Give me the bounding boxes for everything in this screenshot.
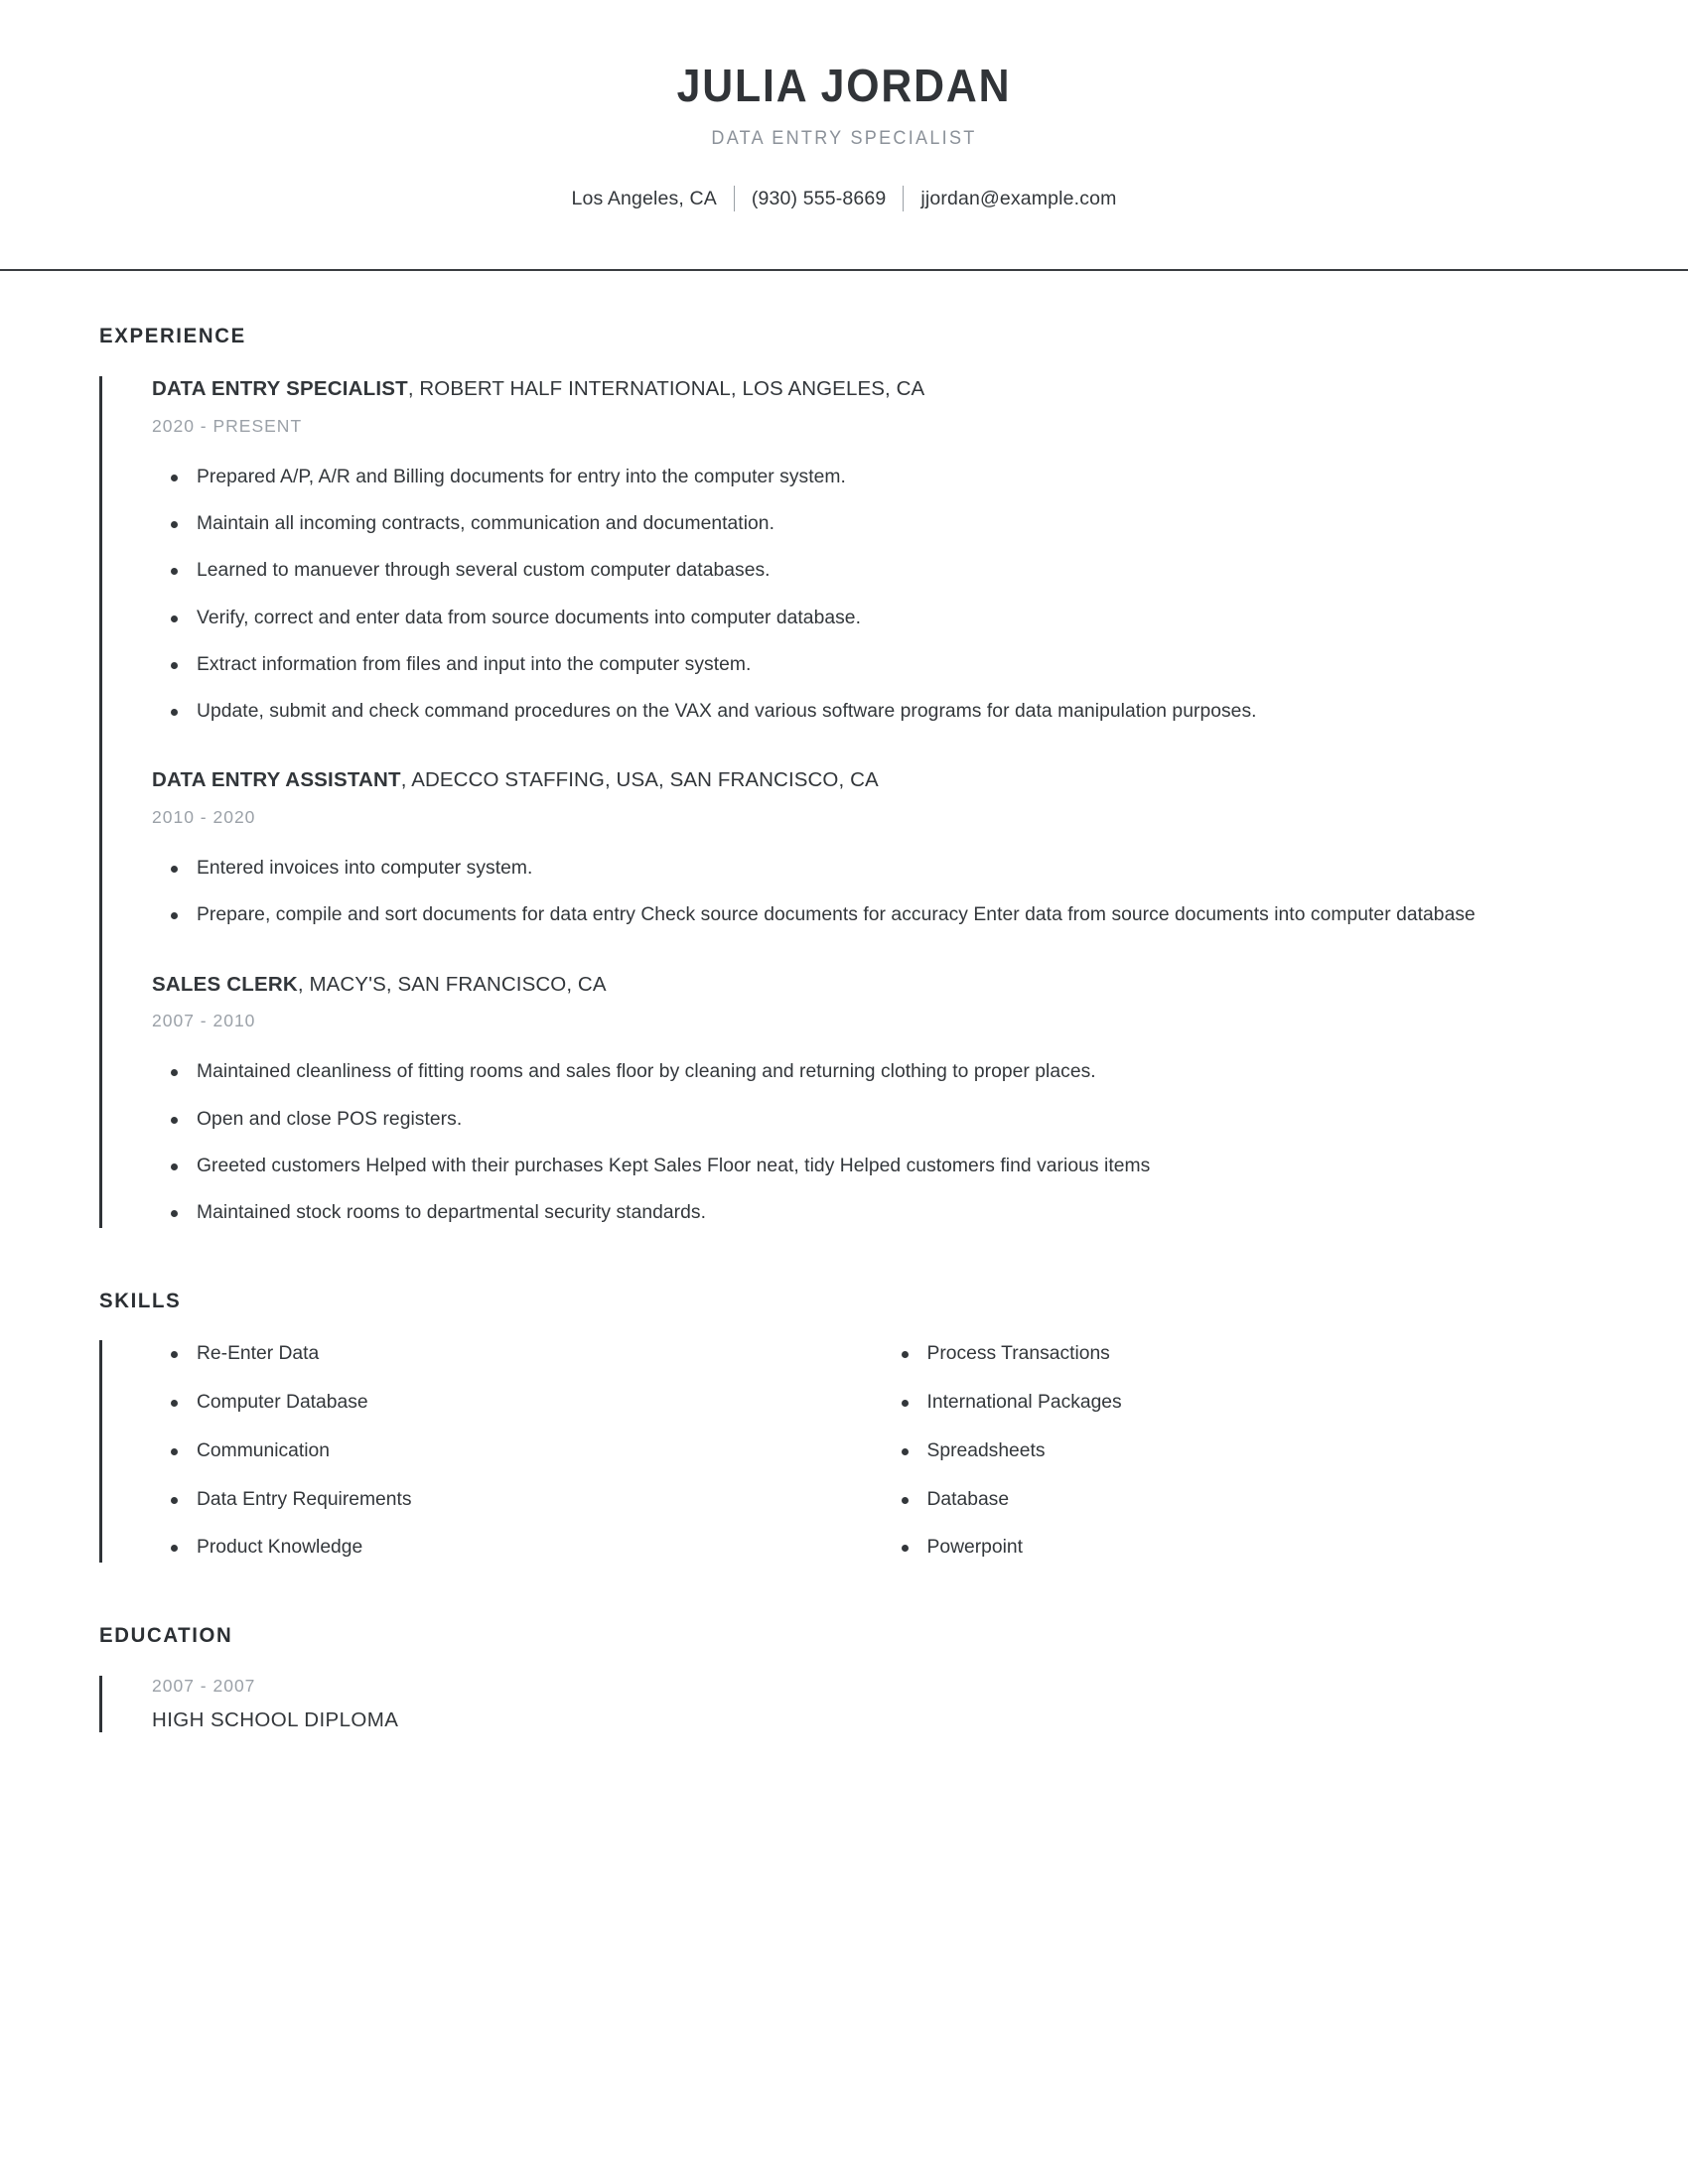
skills-list-right: Process Transactions International Packa…	[883, 1340, 1590, 1564]
bullet-item: Prepared A/P, A/R and Billing documents …	[152, 463, 1589, 491]
experience-item-dates: 2020 - PRESENT	[152, 415, 303, 436]
experience-item-heading: SALES CLERK, MACY'S, SAN FRANCISCO, CA	[152, 972, 1589, 998]
resume-page: JULIA JORDAN DATA ENTRY SPECIALIST Los A…	[0, 0, 1688, 2184]
experience-item-company: , ROBERT HALF INTERNATIONAL, LOS ANGELES…	[407, 376, 925, 400]
skill-item: Spreadsheets	[883, 1437, 1590, 1466]
bullet-item: Open and close POS registers.	[152, 1105, 1589, 1134]
experience-item-role: DATA ENTRY SPECIALIST	[152, 376, 408, 400]
contact-phone[interactable]: (930) 555-8669	[735, 188, 903, 210]
bullet-item: Verify, correct and enter data from sour…	[152, 604, 1589, 632]
resume-header: JULIA JORDAN DATA ENTRY SPECIALIST Los A…	[0, 0, 1688, 212]
education-section: EDUCATION 2007 - 2007 HIGH SCHOOL DIPLOM…	[99, 1624, 1589, 1733]
resume-body: EXPERIENCE DATA ENTRY SPECIALIST, ROBERT…	[0, 325, 1688, 1733]
education-item-dates: 2007 - 2007	[152, 1676, 256, 1697]
bullet-item: Greeted customers Helped with their purc…	[152, 1152, 1589, 1180]
experience-item-dates: 2007 - 2010	[152, 1011, 256, 1031]
skill-item: Data Entry Requirements	[152, 1486, 871, 1515]
skills-section: SKILLS Re-Enter Data Computer Database C…	[99, 1290, 1589, 1564]
skill-item: Database	[883, 1486, 1590, 1515]
skills-column-left: Re-Enter Data Computer Database Communic…	[152, 1340, 871, 1564]
header-divider	[0, 269, 1688, 271]
experience-item-role: SALES CLERK	[152, 972, 298, 996]
experience-item: DATA ENTRY SPECIALIST, ROBERT HALF INTER…	[152, 376, 1589, 727]
skill-item: Computer Database	[152, 1389, 871, 1418]
experience-item: SALES CLERK, MACY'S, SAN FRANCISCO, CA 2…	[152, 972, 1589, 1228]
experience-entries: DATA ENTRY SPECIALIST, ROBERT HALF INTER…	[99, 375, 1589, 1228]
experience-item-heading: DATA ENTRY SPECIALIST, ROBERT HALF INTER…	[152, 376, 1589, 402]
experience-item-bullets: Maintained cleanliness of fitting rooms …	[152, 1057, 1589, 1227]
skills-section-title: SKILLS	[99, 1289, 182, 1312]
experience-section: EXPERIENCE DATA ENTRY SPECIALIST, ROBERT…	[99, 325, 1589, 1228]
experience-item-role: DATA ENTRY ASSISTANT	[152, 768, 401, 792]
contact-row: Los Angeles, CA (930) 555-8669 jjordan@e…	[0, 186, 1688, 212]
candidate-job-title: DATA ENTRY SPECIALIST	[711, 128, 977, 150]
experience-item-heading: DATA ENTRY ASSISTANT, ADECCO STAFFING, U…	[152, 767, 1589, 793]
skill-item: Re-Enter Data	[152, 1340, 871, 1369]
skills-grid: Re-Enter Data Computer Database Communic…	[152, 1340, 1589, 1564]
experience-item-company: , ADECCO STAFFING, USA, SAN FRANCISCO, C…	[400, 768, 879, 792]
education-section-title: EDUCATION	[99, 1624, 233, 1648]
education-entries: 2007 - 2007 HIGH SCHOOL DIPLOMA	[99, 1676, 1589, 1733]
skill-item: Process Transactions	[883, 1340, 1590, 1369]
skills-column-right: Process Transactions International Packa…	[871, 1340, 1590, 1564]
skills-list-left: Re-Enter Data Computer Database Communic…	[152, 1340, 871, 1564]
experience-item-dates: 2010 - 2020	[152, 807, 256, 828]
bullet-item: Entered invoices into computer system.	[152, 854, 1589, 883]
bullet-item: Maintained cleanliness of fitting rooms …	[152, 1057, 1589, 1086]
skill-item: Communication	[152, 1437, 871, 1466]
skill-item: International Packages	[883, 1389, 1590, 1418]
bullet-item: Maintain all incoming contracts, communi…	[152, 509, 1589, 538]
contact-email[interactable]: jjordan@example.com	[904, 188, 1133, 210]
skills-entries: Re-Enter Data Computer Database Communic…	[99, 1339, 1589, 1564]
education-item-degree: HIGH SCHOOL DIPLOMA	[152, 1708, 399, 1732]
bullet-item: Prepare, compile and sort documents for …	[152, 900, 1589, 929]
skill-item: Product Knowledge	[152, 1534, 871, 1563]
contact-location: Los Angeles, CA	[571, 187, 717, 209]
experience-item-company: , MACY'S, SAN FRANCISCO, CA	[297, 972, 607, 996]
experience-section-title: EXPERIENCE	[99, 324, 246, 347]
education-item: 2007 - 2007 HIGH SCHOOL DIPLOMA	[152, 1676, 1589, 1732]
bullet-item: Extract information from files and input…	[152, 650, 1589, 679]
candidate-name: JULIA JORDAN	[676, 60, 1012, 111]
skill-item: Powerpoint	[883, 1534, 1590, 1563]
experience-item-bullets: Entered invoices into computer system. P…	[152, 854, 1589, 930]
bullet-item: Learned to manuever through several cust…	[152, 556, 1589, 585]
experience-item-bullets: Prepared A/P, A/R and Billing documents …	[152, 463, 1589, 727]
bullet-item: Update, submit and check command procedu…	[152, 697, 1589, 726]
experience-item: DATA ENTRY ASSISTANT, ADECCO STAFFING, U…	[152, 767, 1589, 929]
bullet-item: Maintained stock rooms to departmental s…	[152, 1198, 1589, 1227]
